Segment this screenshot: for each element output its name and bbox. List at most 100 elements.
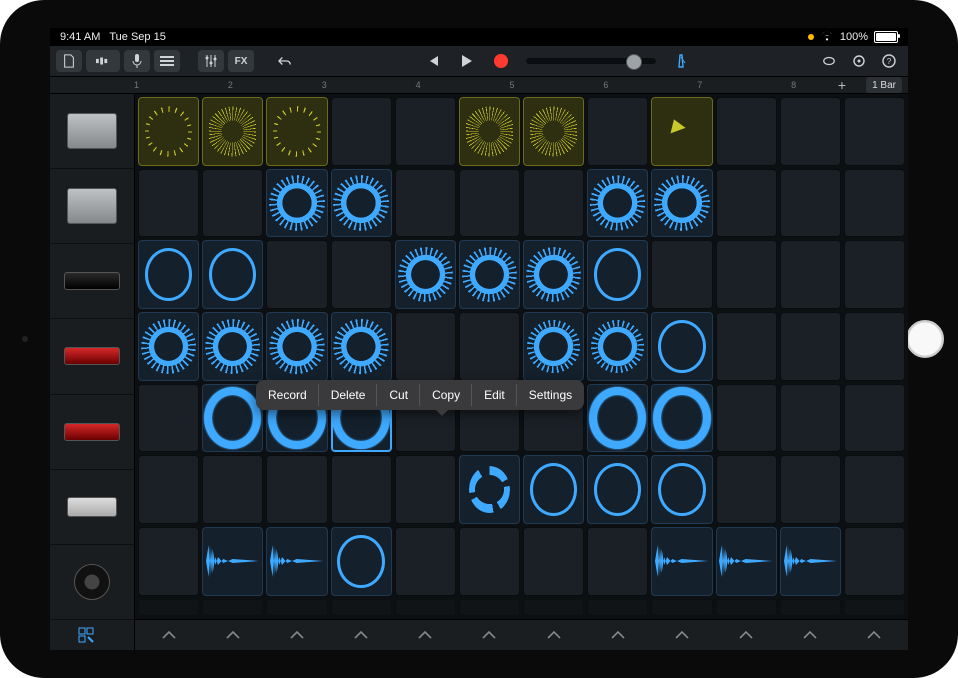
- loop-cell[interactable]: [716, 527, 777, 596]
- loop-cell[interactable]: [395, 97, 456, 166]
- loop-cell[interactable]: [780, 599, 841, 616]
- loop-cell[interactable]: [523, 97, 584, 166]
- column-trigger[interactable]: [395, 620, 456, 650]
- column-trigger[interactable]: [716, 620, 777, 650]
- loop-cell[interactable]: [202, 384, 263, 453]
- context-menu-item-delete[interactable]: Delete: [319, 380, 378, 410]
- loop-cell[interactable]: [266, 599, 327, 616]
- column-trigger[interactable]: [459, 620, 520, 650]
- section-length-label[interactable]: 1 Bar: [866, 77, 902, 93]
- column-trigger[interactable]: [780, 620, 841, 650]
- loop-cell[interactable]: [266, 455, 327, 524]
- loop-cell[interactable]: [395, 312, 456, 381]
- loop-cell[interactable]: [138, 527, 199, 596]
- loop-cell[interactable]: [138, 240, 199, 309]
- loop-cell[interactable]: [651, 527, 712, 596]
- loop-cell[interactable]: [266, 527, 327, 596]
- loop-cell[interactable]: [780, 455, 841, 524]
- loop-cell[interactable]: [780, 384, 841, 453]
- loop-cell[interactable]: [716, 312, 777, 381]
- loop-cell[interactable]: [395, 599, 456, 616]
- loop-cell[interactable]: [459, 312, 520, 381]
- fx-button[interactable]: FX: [228, 50, 254, 72]
- loop-cell[interactable]: [459, 527, 520, 596]
- track-header-small-keys[interactable]: [50, 470, 134, 545]
- loop-cell[interactable]: [844, 169, 905, 238]
- track-header-keyboard-red-2[interactable]: [50, 395, 134, 470]
- metronome-button[interactable]: [668, 50, 694, 72]
- loop-cell[interactable]: [138, 599, 199, 616]
- loop-cell[interactable]: [202, 169, 263, 238]
- my-songs-button[interactable]: [56, 50, 82, 72]
- loop-cell[interactable]: [651, 240, 712, 309]
- context-menu-item-copy[interactable]: Copy: [420, 380, 472, 410]
- loop-cell[interactable]: [523, 599, 584, 616]
- master-volume-slider[interactable]: [526, 58, 656, 64]
- loop-cell[interactable]: [844, 97, 905, 166]
- track-header-turntable[interactable]: [50, 545, 134, 620]
- settings-button[interactable]: [846, 50, 872, 72]
- loop-cell[interactable]: [202, 240, 263, 309]
- loop-cell[interactable]: [651, 599, 712, 616]
- loop-cell[interactable]: [587, 384, 648, 453]
- loop-cell[interactable]: [459, 169, 520, 238]
- loop-cell[interactable]: [844, 599, 905, 616]
- loop-cell[interactable]: [138, 455, 199, 524]
- loop-cell[interactable]: [587, 312, 648, 381]
- loop-cell[interactable]: [844, 455, 905, 524]
- loop-cell[interactable]: [844, 312, 905, 381]
- loop-cell[interactable]: [780, 169, 841, 238]
- home-button[interactable]: [906, 320, 944, 358]
- loop-cell[interactable]: [716, 384, 777, 453]
- loop-cell[interactable]: [651, 455, 712, 524]
- loop-cell[interactable]: [331, 169, 392, 238]
- loop-cell[interactable]: [202, 455, 263, 524]
- loop-cell[interactable]: [651, 169, 712, 238]
- column-trigger[interactable]: [138, 620, 199, 650]
- loop-cell[interactable]: [587, 240, 648, 309]
- record-button[interactable]: [488, 50, 514, 72]
- loop-cell[interactable]: [716, 97, 777, 166]
- loop-cell[interactable]: [587, 455, 648, 524]
- loop-cell[interactable]: [395, 240, 456, 309]
- loop-cell[interactable]: [331, 312, 392, 381]
- loop-cell[interactable]: [202, 599, 263, 616]
- loop-cell[interactable]: [716, 599, 777, 616]
- track-header-drum-machine-1[interactable]: [50, 94, 134, 169]
- loop-cell[interactable]: [266, 240, 327, 309]
- loop-cell[interactable]: [523, 240, 584, 309]
- loop-cell[interactable]: [716, 169, 777, 238]
- context-menu-item-settings[interactable]: Settings: [517, 380, 584, 410]
- loop-cell[interactable]: [651, 97, 712, 166]
- loop-cell[interactable]: [523, 455, 584, 524]
- go-to-start-button[interactable]: [420, 50, 446, 72]
- loop-cell[interactable]: [523, 527, 584, 596]
- column-trigger[interactable]: [266, 620, 327, 650]
- loop-cell[interactable]: [202, 97, 263, 166]
- loop-cell[interactable]: [331, 97, 392, 166]
- loop-cell[interactable]: [587, 527, 648, 596]
- column-trigger[interactable]: [331, 620, 392, 650]
- loop-cell[interactable]: [651, 384, 712, 453]
- help-button[interactable]: ?: [876, 50, 902, 72]
- loop-cell[interactable]: [587, 97, 648, 166]
- loop-cell[interactable]: [459, 455, 520, 524]
- context-menu-item-edit[interactable]: Edit: [472, 380, 517, 410]
- loop-cell[interactable]: [202, 312, 263, 381]
- loop-cell[interactable]: [844, 527, 905, 596]
- loop-cell[interactable]: [331, 527, 392, 596]
- track-header-drum-machine-2[interactable]: [50, 169, 134, 244]
- loop-cell[interactable]: [202, 527, 263, 596]
- loop-cell[interactable]: [459, 240, 520, 309]
- undo-button[interactable]: [272, 50, 298, 72]
- loop-cell[interactable]: [138, 384, 199, 453]
- context-menu-item-cut[interactable]: Cut: [377, 380, 420, 410]
- loop-cell[interactable]: [523, 169, 584, 238]
- browser-button[interactable]: [86, 50, 120, 72]
- loop-cell[interactable]: [266, 97, 327, 166]
- loop-cell[interactable]: [331, 599, 392, 616]
- timeline-ruler[interactable]: + 1 Bar 12345678: [50, 77, 908, 94]
- loop-cell[interactable]: [138, 312, 199, 381]
- add-section-button[interactable]: +: [834, 77, 850, 93]
- record-enable-button[interactable]: [124, 50, 150, 72]
